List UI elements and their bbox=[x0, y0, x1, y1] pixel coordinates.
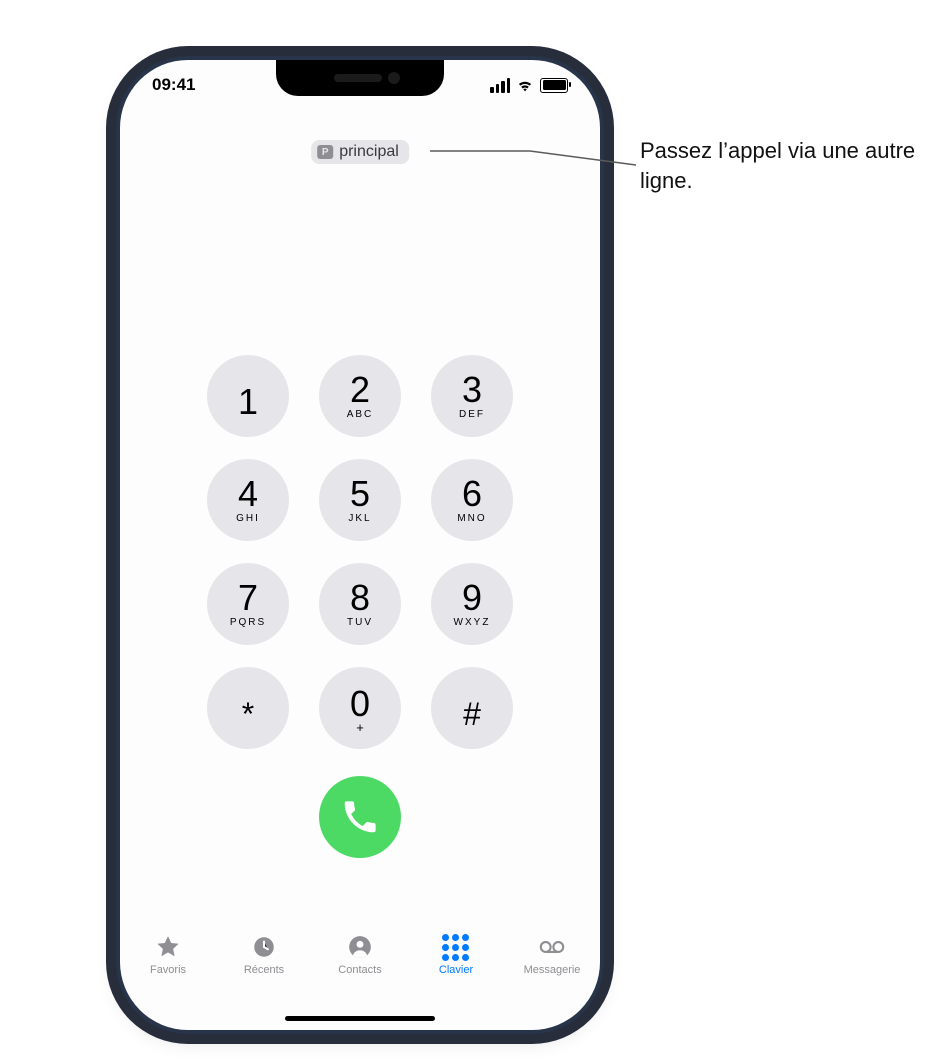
battery-icon bbox=[540, 78, 568, 93]
status-time: 09:41 bbox=[152, 75, 195, 95]
callout-text: Passez l’appel via une autre ligne. bbox=[640, 136, 920, 195]
notch bbox=[276, 60, 444, 96]
cellular-signal-icon bbox=[490, 78, 510, 93]
wifi-icon bbox=[516, 76, 534, 94]
